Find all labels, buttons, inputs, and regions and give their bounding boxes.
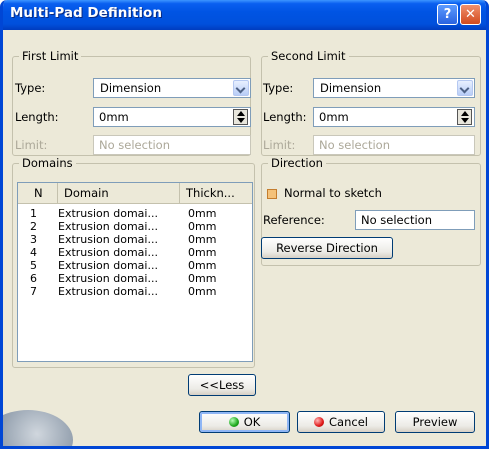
reference-label: Reference:: [263, 213, 325, 227]
row-thickness: 0mm: [188, 207, 217, 220]
second-type-label: Type:: [263, 81, 294, 95]
table-row[interactable]: 6 Extrusion domai... 0mm: [18, 273, 252, 285]
table-row[interactable]: 1 Extrusion domai... 0mm: [18, 208, 252, 220]
row-n: 1: [30, 207, 37, 220]
row-thickness: 0mm: [188, 272, 217, 285]
first-limit-field: No selection: [93, 135, 251, 155]
row-thickness: 0mm: [188, 233, 217, 246]
header-n[interactable]: N: [18, 183, 58, 203]
second-limit-label: Limit:: [263, 138, 296, 152]
cancel-button[interactable]: Cancel: [297, 411, 385, 433]
reverse-direction-button[interactable]: Reverse Direction: [261, 237, 393, 259]
help-button[interactable]: ?: [437, 4, 458, 25]
list-header: N Domain Thickn...: [18, 183, 252, 204]
ok-label: OK: [243, 415, 261, 429]
second-type-select[interactable]: Dimension: [313, 78, 475, 98]
cancel-label: Cancel: [329, 415, 368, 429]
table-row[interactable]: 3 Extrusion domai... 0mm: [18, 234, 252, 246]
first-type-select[interactable]: Dimension: [93, 78, 251, 98]
row-n: 5: [30, 259, 37, 272]
question-icon: ?: [443, 7, 452, 22]
first-type-label: Type:: [15, 81, 46, 95]
spinner-icon[interactable]: [233, 109, 248, 125]
normal-to-sketch-checkbox[interactable]: [267, 189, 277, 199]
reference-value: No selection: [361, 213, 432, 227]
row-n: 4: [30, 246, 37, 259]
row-n: 7: [30, 285, 37, 298]
spinner-icon[interactable]: [457, 109, 472, 125]
row-n: 2: [30, 220, 37, 233]
less-button[interactable]: <<Less: [188, 374, 256, 396]
row-thickness: 0mm: [188, 246, 217, 259]
second-type-value: Dimension: [320, 81, 382, 95]
reference-field[interactable]: No selection: [355, 210, 475, 230]
multi-pad-dialog: Multi-Pad Definition ? ✕ First Limit Typ…: [0, 0, 489, 449]
chevron-down-icon[interactable]: [233, 80, 249, 96]
row-domain: Extrusion domai...: [58, 259, 158, 272]
row-n: 6: [30, 272, 37, 285]
first-length-label: Length:: [15, 110, 59, 124]
first-length-value: 0mm: [99, 110, 129, 124]
second-limit-value: No selection: [319, 138, 390, 152]
row-thickness: 0mm: [188, 285, 217, 298]
table-row[interactable]: 5 Extrusion domai... 0mm: [18, 260, 252, 272]
title-bar[interactable]: Multi-Pad Definition ? ✕: [3, 0, 486, 30]
table-row[interactable]: 4 Extrusion domai... 0mm: [18, 247, 252, 259]
first-type-value: Dimension: [100, 81, 162, 95]
header-domain[interactable]: Domain: [58, 183, 180, 203]
table-row[interactable]: 7 Extrusion domai... 0mm: [18, 286, 252, 298]
close-icon: ✕: [465, 7, 476, 22]
second-length-label: Length:: [263, 110, 307, 124]
second-limit-legend: Second Limit: [271, 49, 346, 63]
row-domain: Extrusion domai...: [58, 272, 158, 285]
first-limit-value: No selection: [99, 138, 170, 152]
row-domain: Extrusion domai...: [58, 285, 158, 298]
first-length-input[interactable]: 0mm: [93, 107, 251, 127]
row-domain: Extrusion domai...: [58, 220, 158, 233]
row-domain: Extrusion domai...: [58, 246, 158, 259]
direction-legend: Direction: [271, 156, 323, 170]
ok-icon: [228, 417, 239, 427]
row-thickness: 0mm: [188, 220, 217, 233]
second-length-value: 0mm: [319, 110, 349, 124]
row-n: 3: [30, 233, 37, 246]
preview-button[interactable]: Preview: [395, 411, 475, 433]
second-length-input[interactable]: 0mm: [313, 107, 475, 127]
normal-to-sketch-label[interactable]: Normal to sketch: [284, 186, 382, 200]
table-row[interactable]: 2 Extrusion domai... 0mm: [18, 221, 252, 233]
ok-button[interactable]: OK: [199, 411, 290, 433]
first-limit-label: Limit:: [15, 138, 48, 152]
domains-legend: Domains: [22, 156, 73, 170]
cancel-icon: [314, 417, 325, 427]
background-blob: [3, 410, 73, 446]
domains-list[interactable]: N Domain Thickn... 1 Extrusion domai... …: [17, 182, 253, 362]
window-title: Multi-Pad Definition: [10, 5, 162, 21]
second-limit-field: No selection: [313, 135, 475, 155]
close-button[interactable]: ✕: [460, 4, 481, 25]
row-domain: Extrusion domai...: [58, 233, 158, 246]
row-domain: Extrusion domai...: [58, 207, 158, 220]
row-thickness: 0mm: [188, 259, 217, 272]
first-limit-legend: First Limit: [22, 49, 79, 63]
header-thickness[interactable]: Thickn...: [180, 183, 252, 203]
chevron-down-icon[interactable]: [457, 80, 473, 96]
